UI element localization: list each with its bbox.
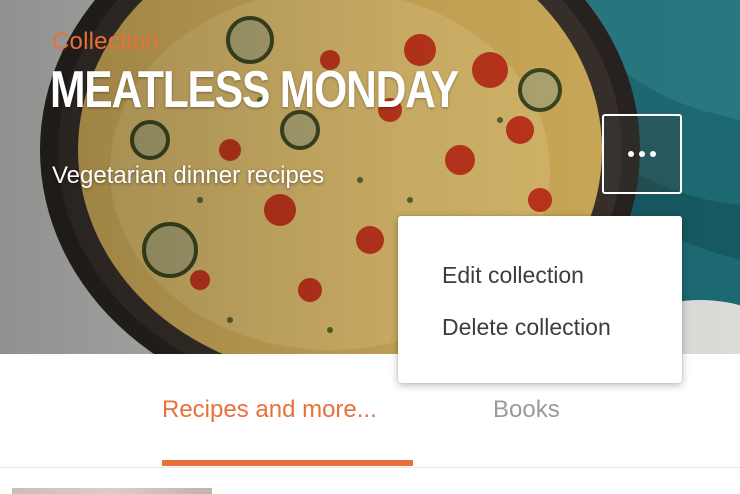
more-horizontal-icon [628, 151, 634, 157]
tab-books[interactable]: Books [493, 396, 560, 424]
collection-description: Vegetarian dinner recipes [52, 162, 325, 189]
collection-label: Collection [52, 28, 160, 55]
more-options-button[interactable] [602, 114, 682, 194]
options-menu: Edit collection Delete collection [398, 216, 682, 383]
edit-collection-menu-item[interactable]: Edit collection [398, 254, 682, 306]
more-horizontal-icon-dot [639, 151, 645, 157]
tab-recipes[interactable]: Recipes and more... [162, 396, 377, 424]
divider [0, 467, 740, 468]
delete-collection-menu-item[interactable]: Delete collection [398, 306, 682, 358]
page-title: MEATLESS MONDAY [50, 61, 459, 119]
recipe-thumbnail[interactable] [12, 488, 212, 494]
active-tab-indicator [162, 460, 413, 466]
more-horizontal-icon-dot [650, 151, 656, 157]
